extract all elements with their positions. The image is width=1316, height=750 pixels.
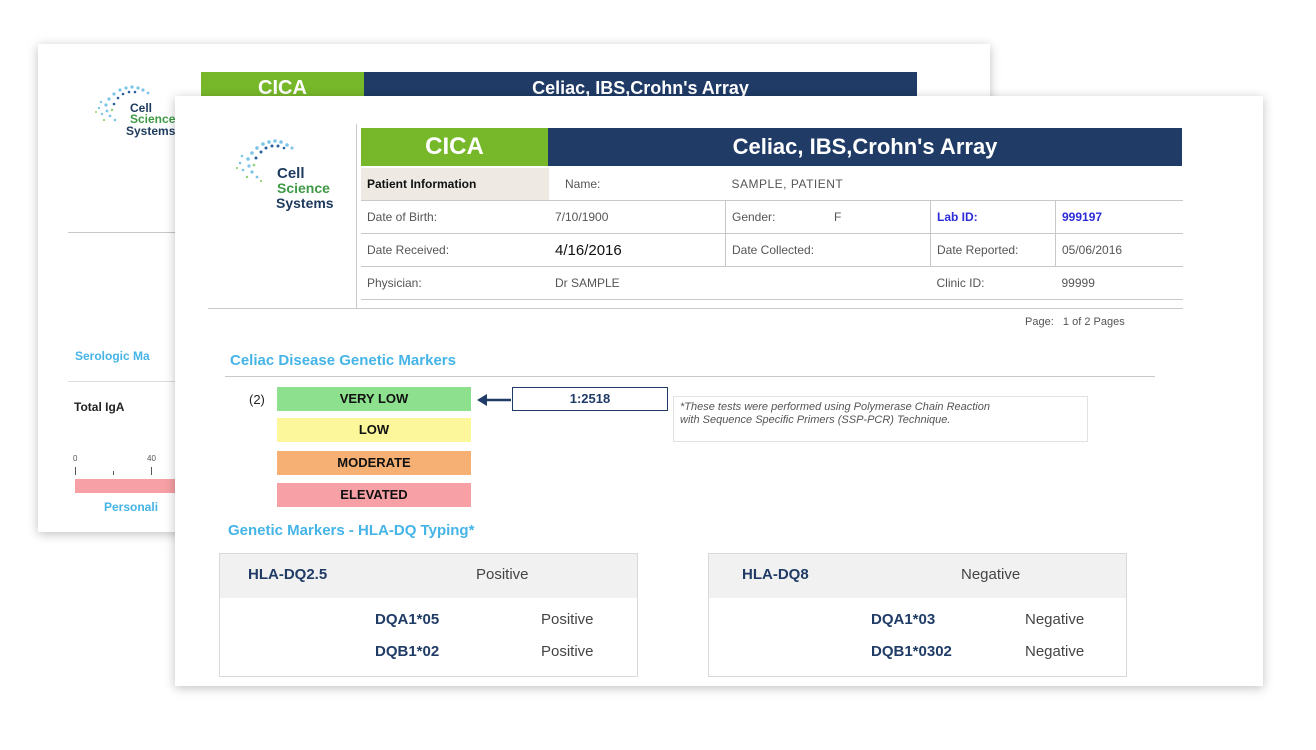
allele-result: Positive <box>541 611 594 628</box>
allele-name: DQA1*03 <box>871 611 936 628</box>
celiac-section-rule <box>225 376 1155 377</box>
logo-text-cell: Cell <box>277 165 305 182</box>
allele-result: Positive <box>541 643 594 660</box>
arrow-left-icon <box>477 394 511 406</box>
dob-label: Date of Birth: <box>361 200 549 234</box>
back-row-label: Total IgA <box>74 400 125 414</box>
gender-value: F <box>828 200 931 234</box>
name-label: Name: <box>549 168 726 201</box>
back-scale-tick <box>75 467 76 475</box>
gender-label: Gender: <box>725 200 828 234</box>
logo-text-science: Science <box>277 180 330 196</box>
risk-very-low: VERY LOW <box>277 387 471 411</box>
name-value: SAMPLE, PATIENT <box>725 168 1183 201</box>
back-divider <box>68 232 178 233</box>
risk-level-index: (2) <box>249 392 265 407</box>
hla-dq25-panel: HLA-DQ2.5 Positive DQA1*05 Positive DQB1… <box>219 553 638 677</box>
patient-info-table: Patient Information Name: SAMPLE, PATIEN… <box>361 168 1183 300</box>
dob-value: 7/10/1900 <box>549 200 726 234</box>
hla-section-title: Genetic Markers - HLA-DQ Typing* <box>228 522 475 539</box>
method-note-line: *These tests were performed using Polyme… <box>680 401 990 413</box>
cell-science-logo: Cell Science Systems <box>233 136 353 221</box>
header-divider <box>356 124 357 309</box>
back-section-title: Serologic Ma <box>75 349 150 363</box>
back-scale-bar <box>75 479 185 493</box>
dates-row: Date Received: 4/16/2016 Date Collected:… <box>361 233 1183 267</box>
received-label: Date Received: <box>361 233 549 267</box>
back-scale-tick <box>113 471 114 475</box>
risk-moderate: MODERATE <box>277 451 471 475</box>
dob-row: Date of Birth: 7/10/1900 Gender: F Lab I… <box>361 200 1183 234</box>
allele-result: Negative <box>1025 611 1085 628</box>
logo-text-systems: Systems <box>276 195 334 211</box>
lab-id-value: 999197 <box>1055 200 1183 234</box>
reported-value: 05/06/2016 <box>1055 233 1183 267</box>
hla-panel-name: HLA-DQ2.5 <box>248 566 328 583</box>
celiac-section-title: Celiac Disease Genetic Markers <box>230 352 456 369</box>
back-scale-tick <box>151 467 152 475</box>
clinic-id-label: Clinic ID: <box>930 266 1056 300</box>
back-scale-tick-label: 40 <box>147 454 156 463</box>
risk-low: LOW <box>277 418 471 442</box>
lab-id-label: Lab ID: <box>930 200 1056 234</box>
back-scale-tick-label: 0 <box>73 454 78 463</box>
page-indicator: Page: 1 of 2 Pages <box>1025 316 1125 328</box>
header-title: Celiac, IBS,Crohn's Array <box>548 128 1182 166</box>
physician-value: Dr SAMPLE <box>549 266 726 300</box>
reported-label: Date Reported: <box>930 233 1056 267</box>
header-code: CICA <box>361 128 548 166</box>
allele-name: DQA1*05 <box>375 611 440 628</box>
hla-dq8-panel: HLA-DQ8 Negative DQA1*03 Negative DQB1*0… <box>708 553 1127 677</box>
method-note: *These tests were performed using Polyme… <box>673 396 1088 442</box>
back-section-rule <box>68 381 178 382</box>
hla-panel-name: HLA-DQ8 <box>742 566 809 583</box>
allele-result: Negative <box>1025 643 1085 660</box>
hla-panel-result: Negative <box>961 566 1021 583</box>
risk-elevated: ELEVATED <box>277 483 471 507</box>
front-report-page: Cell Science Systems CICA Celiac, IBS,Cr… <box>175 96 1263 686</box>
logo-text-systems: Systems <box>126 124 176 138</box>
patient-info-row: Patient Information Name: SAMPLE, PATIEN… <box>361 168 1183 201</box>
received-value: 4/16/2016 <box>549 233 726 267</box>
page-label: Page: <box>1025 316 1054 328</box>
allele-name: DQB1*02 <box>375 643 440 660</box>
allele-name: DQB1*0302 <box>871 643 952 660</box>
hla-panel-result: Positive <box>476 566 529 583</box>
risk-ratio-result: 1:2518 <box>512 387 668 411</box>
collected-label: Date Collected: <box>725 233 931 267</box>
method-note-line: with Sequence Specific Primers (SSP-PCR)… <box>680 414 951 426</box>
physician-row: Physician: Dr SAMPLE Clinic ID: 99999 <box>361 266 1183 300</box>
clinic-id-value: 99999 <box>1055 266 1183 300</box>
back-footer-label: Personali <box>104 500 159 514</box>
header-rule <box>208 308 1183 309</box>
physician-label: Physician: <box>361 266 549 300</box>
patient-info-label: Patient Information <box>361 168 549 201</box>
page-value: 1 of 2 Pages <box>1062 316 1125 328</box>
